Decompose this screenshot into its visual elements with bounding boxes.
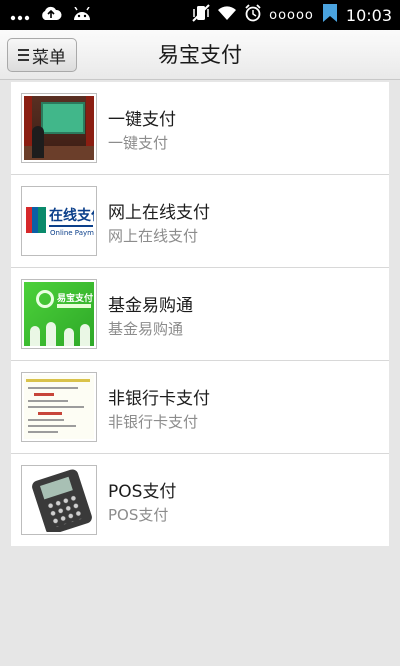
list-item-title: 非银行卡支付: [108, 389, 210, 409]
cloud-upload-icon: [40, 5, 62, 25]
status-bar: ooooo 10:03: [0, 0, 400, 30]
list-item[interactable]: 一键支付 一键支付: [11, 82, 389, 175]
android-icon: [72, 6, 92, 25]
list-item-subtitle: 一键支付: [108, 134, 169, 152]
pos-terminal-thumbnail: [21, 465, 97, 535]
signal-dots: ooooo: [269, 7, 314, 23]
list-item[interactable]: 易宝支付 基金易购通 基金易购通: [11, 268, 389, 361]
more-dots-icon: [10, 6, 30, 25]
unionpay-logo-thumbnail: 在线支付 Online Payment: [21, 186, 97, 256]
list-item-subtitle: 基金易购通: [108, 320, 184, 338]
wifi-icon: [217, 5, 237, 25]
webpage-screenshot-thumbnail: [21, 372, 97, 442]
list-item-title: POS支付: [108, 482, 177, 502]
list-item-title: 一键支付: [108, 110, 176, 130]
list-item-subtitle: 非银行卡支付: [108, 413, 199, 431]
clock: 10:03: [345, 5, 392, 25]
vibrate-icon: [192, 4, 210, 26]
thumbnail-subtext: Online Payment: [50, 229, 94, 237]
alarm-icon: [244, 4, 262, 26]
list-item[interactable]: 非银行卡支付 非银行卡支付: [11, 361, 389, 454]
bookmark-icon: [321, 3, 339, 27]
menu-button[interactable]: 菜单: [7, 38, 77, 72]
list-item-subtitle: POS支付: [108, 506, 169, 524]
list-item[interactable]: 在线支付 Online Payment 网上在线支付 网上在线支付: [11, 175, 389, 268]
yeepay-banner-thumbnail: 易宝支付: [21, 279, 97, 349]
menu-button-label: 菜单: [32, 47, 66, 68]
list-item-subtitle: 网上在线支付: [108, 227, 199, 245]
app-header: 菜单 易宝支付: [0, 30, 400, 80]
list-item[interactable]: POS支付 POS支付: [11, 454, 389, 546]
thumbnail-text: 易宝支付: [57, 294, 94, 304]
thumbnail-text: 在线支付: [49, 208, 94, 224]
payment-options-list: 一键支付 一键支付 在线支付 Online Payment 网上在线支付 网上在…: [11, 82, 389, 546]
presentation-photo-thumbnail: [21, 93, 97, 163]
hamburger-icon: [18, 49, 29, 61]
list-item-title: 网上在线支付: [108, 203, 210, 223]
list-item-title: 基金易购通: [108, 296, 193, 316]
